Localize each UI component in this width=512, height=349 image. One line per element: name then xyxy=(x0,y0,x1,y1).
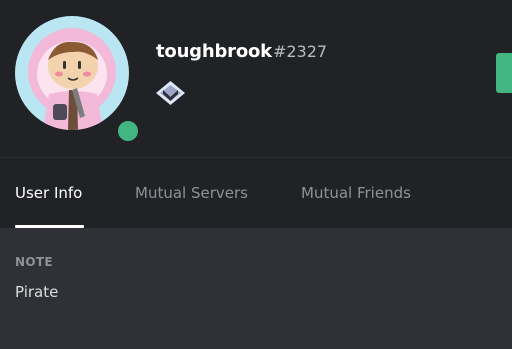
note-label: NOTE xyxy=(15,255,53,269)
avatar[interactable] xyxy=(15,16,143,146)
tab-mutual-servers[interactable]: Mutual Servers xyxy=(135,184,248,202)
username: toughbrook xyxy=(156,41,272,62)
tab-mutual-friends[interactable]: Mutual Friends xyxy=(301,184,411,202)
online-status-icon xyxy=(113,116,143,146)
discriminator: #2327 xyxy=(272,42,328,61)
note-input[interactable]: Pirate xyxy=(15,283,495,301)
profile-header: toughbrook#2327 xyxy=(0,0,512,157)
user-info-panel: NOTE Pirate xyxy=(0,228,512,349)
send-message-button[interactable] xyxy=(496,53,512,93)
profile-tabs: User Info Mutual Servers Mutual Friends xyxy=(0,158,512,228)
username-row: toughbrook#2327 xyxy=(156,41,327,62)
avatar-image xyxy=(15,16,129,130)
tab-user-info[interactable]: User Info xyxy=(15,184,82,202)
hypesquad-badge-icon[interactable] xyxy=(154,79,187,107)
